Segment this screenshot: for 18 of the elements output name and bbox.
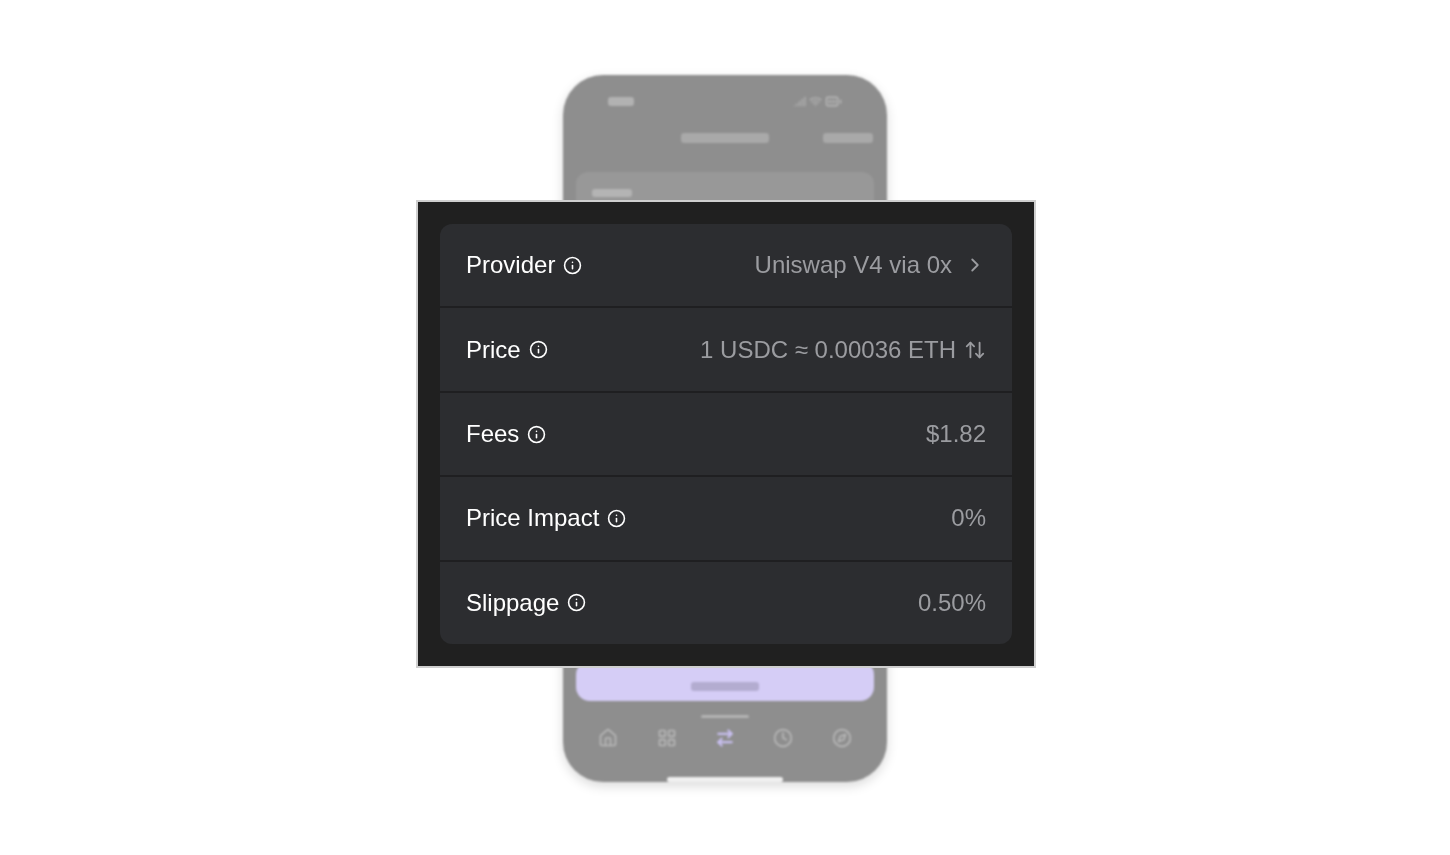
info-icon[interactable] (528, 340, 548, 360)
detail-value: Uniswap V4 via 0x (754, 250, 952, 281)
detail-label: Provider (466, 250, 556, 281)
detail-label: Price Impact (466, 503, 600, 534)
blurred-text (608, 96, 634, 106)
info-icon[interactable] (567, 593, 587, 613)
detail-label: Price (466, 334, 521, 365)
blurred-text (592, 189, 632, 197)
detail-label: Slippage (466, 587, 560, 618)
blurred-text (823, 133, 873, 143)
info-icon[interactable] (563, 255, 583, 275)
detail-value: 1 USDC ≈ 0.00036 ETH (700, 334, 956, 365)
info-icon[interactable] (527, 424, 547, 444)
info-icon[interactable] (607, 508, 627, 528)
detail-value: 0.50% (917, 587, 986, 618)
detail-value: 0% (951, 503, 986, 534)
detail-label: Fees (466, 419, 520, 449)
detail-value: $1.82 (925, 419, 986, 449)
